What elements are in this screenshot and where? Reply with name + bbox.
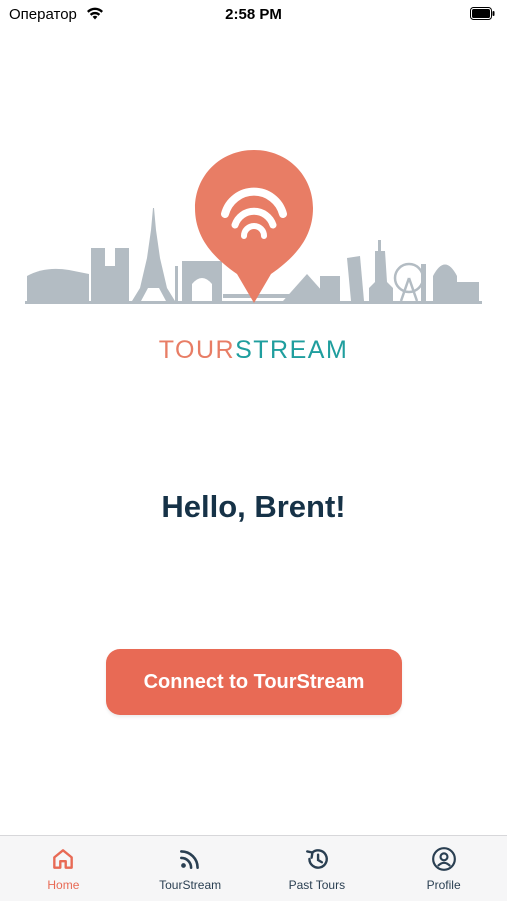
connect-button[interactable]: Connect to TourStream xyxy=(106,649,402,715)
tab-past-tours-label: Past Tours xyxy=(288,878,346,892)
brand-wordmark: TOURSTREAM xyxy=(0,336,507,365)
tab-past-tours[interactable]: Past Tours xyxy=(254,836,381,901)
clock-time: 2:58 PM xyxy=(225,6,282,23)
tab-tourstream[interactable]: TourStream xyxy=(127,836,254,901)
brand-tour-text: TOUR xyxy=(158,336,236,364)
tab-tourstream-label: TourStream xyxy=(159,878,222,892)
rss-icon xyxy=(180,850,200,869)
tab-profile[interactable]: Profile xyxy=(380,836,507,901)
tab-home[interactable]: Home xyxy=(0,836,127,901)
profile-icon xyxy=(431,847,456,871)
tab-home-label: Home xyxy=(47,878,80,892)
brand-stream-text: STREAM xyxy=(235,336,349,364)
tab-profile-label: Profile xyxy=(426,878,461,892)
tourstream-logo-image xyxy=(25,150,482,304)
home-icon xyxy=(53,849,74,869)
history-icon xyxy=(305,849,328,869)
status-bar: Оператор 2:58 PM xyxy=(0,0,507,30)
tab-bar: Home TourStream Past Tours Profile xyxy=(0,835,507,901)
battery-icon xyxy=(470,7,495,20)
greeting-heading: Hello, Brent! xyxy=(161,489,346,524)
